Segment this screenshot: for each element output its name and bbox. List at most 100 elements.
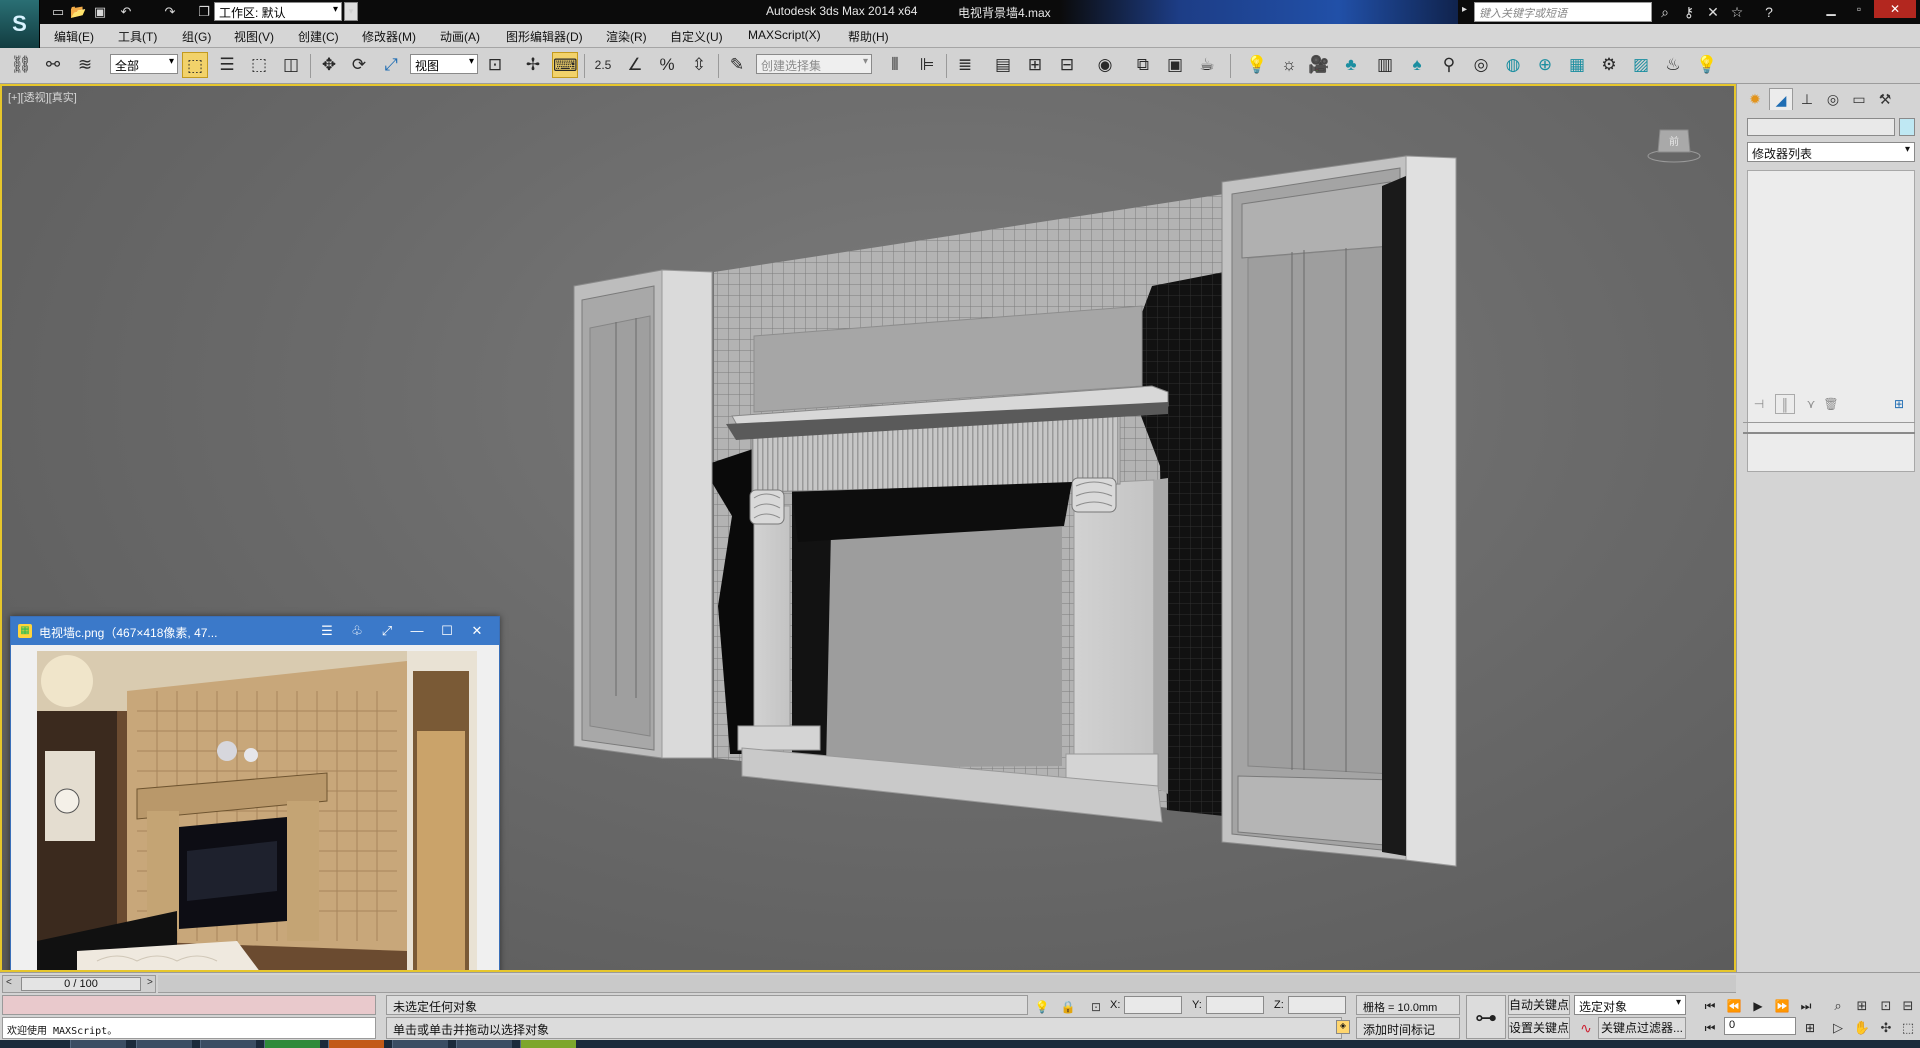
menu-modifiers[interactable]: 修改器(M) [362, 28, 416, 45]
zoom-extents-all-icon[interactable]: ⊟ [1898, 997, 1918, 1015]
communication-center-icon[interactable]: ✕ [1704, 3, 1722, 21]
selection-lock-icon[interactable]: 🔒 [1060, 999, 1076, 1015]
light-lister-icon[interactable]: 💡 [1694, 52, 1720, 78]
material-editor-icon[interactable]: ◉ [1092, 52, 1118, 78]
taskbar-item[interactable] [392, 1040, 448, 1048]
sun-light-icon[interactable]: ☼ [1276, 52, 1302, 78]
rendered-frame-window-icon[interactable]: ▣ [1162, 52, 1188, 78]
unlink-selection-icon[interactable]: ⚯ [40, 52, 66, 78]
auto-key-button[interactable]: 自动关键点 [1508, 995, 1570, 1015]
timeline-track[interactable] [158, 975, 1736, 993]
image-viewer-window[interactable]: ▦ 电视墙c.png（467×418像素, 47... ☰ ♧ ⤢ — ☐ ✕ [10, 616, 500, 970]
maximize-viewport-icon[interactable]: ⬚ [1898, 1019, 1918, 1037]
set-key-button[interactable]: 设置关键点 [1508, 1017, 1570, 1039]
display-tab-icon[interactable]: ▭ [1847, 88, 1871, 110]
redo-icon[interactable]: ↷ [162, 4, 178, 20]
minimize-button[interactable]: ▁ [1818, 0, 1844, 18]
teapot-render-icon[interactable]: ♨ [1660, 52, 1686, 78]
image-viewer-titlebar[interactable]: ▦ 电视墙c.png（467×418像素, 47... ☰ ♧ ⤢ — ☐ ✕ [11, 617, 499, 645]
window-crossing-icon[interactable]: ◫ [278, 52, 304, 78]
angle-snap-icon[interactable]: ∠ [622, 52, 648, 78]
taskbar-item[interactable] [70, 1040, 126, 1048]
play-icon[interactable]: ▶ [1748, 997, 1768, 1015]
time-slider-thumb[interactable]: 0 / 100 [21, 977, 141, 991]
help-icon[interactable]: ? [1760, 3, 1778, 21]
camera-icon[interactable]: 🎥 [1306, 52, 1332, 78]
curve-editor-icon[interactable]: ⊞ [1022, 52, 1048, 78]
pin-stack-icon[interactable]: ⊣ [1749, 394, 1769, 414]
add-time-tag-button[interactable]: 添加时间标记 [1356, 1017, 1460, 1039]
reference-coordinate-dropdown[interactable]: 视图 [410, 54, 478, 74]
taskbar-item[interactable] [264, 1040, 320, 1048]
vray-plant-icon[interactable]: ♠ [1404, 52, 1430, 78]
select-and-rotate-icon[interactable]: ⟳ [346, 52, 372, 78]
vray-proxy-icon[interactable]: ⚲ [1436, 52, 1462, 78]
menu-graph-editors[interactable]: 图形编辑器(D) [506, 28, 583, 45]
time-configuration-icon[interactable]: ⊞ [1800, 1019, 1820, 1037]
minimize-icon[interactable]: — [407, 622, 427, 640]
menu-animation[interactable]: 动画(A) [440, 28, 480, 45]
schematic-view-icon[interactable]: ⊟ [1054, 52, 1080, 78]
object-color-swatch[interactable] [1899, 118, 1915, 136]
menu-maxscript[interactable]: MAXScript(X) [748, 28, 821, 42]
fullscreen-icon[interactable]: ⤢ [377, 622, 397, 640]
time-slider-prev-icon[interactable]: < [6, 977, 12, 988]
previous-frame-icon[interactable]: ⏪ [1724, 997, 1744, 1015]
close-icon[interactable]: ✕ [467, 622, 487, 640]
time-slider-next-icon[interactable]: > [147, 977, 153, 988]
menu-tools[interactable]: 工具(T) [118, 28, 157, 45]
save-file-icon[interactable]: ▣ [92, 4, 108, 20]
key-mode-dropdown[interactable]: 选定对象 [1574, 995, 1686, 1015]
snaps-toggle-icon[interactable]: 2.5 [590, 52, 616, 78]
taskbar-item[interactable] [136, 1040, 192, 1048]
select-and-scale-icon[interactable]: ⤢ [378, 52, 404, 78]
next-frame-icon[interactable]: ⏩ [1772, 997, 1792, 1015]
light-bulb-icon[interactable]: 💡 [1244, 52, 1270, 78]
time-slider[interactable]: < 0 / 100 > [2, 975, 156, 993]
bind-to-space-warp-icon[interactable]: ≋ [72, 52, 98, 78]
menu-create[interactable]: 创建(C) [298, 28, 339, 45]
zoom-all-icon[interactable]: ⊞ [1852, 997, 1872, 1015]
vray-sphere-icon[interactable]: ◎ [1468, 52, 1494, 78]
tree-icon[interactable]: ♣ [1338, 52, 1364, 78]
show-end-result-icon[interactable]: ║ [1775, 394, 1795, 414]
configure-modifier-sets-icon[interactable]: ⊞ [1889, 394, 1909, 414]
app-logo-icon[interactable]: S [0, 0, 40, 48]
open-file-icon[interactable]: 📂 [70, 4, 86, 20]
menu-rendering[interactable]: 渲染(R) [606, 28, 647, 45]
make-unique-icon[interactable]: ⋎ [1801, 394, 1821, 414]
object-name-field[interactable] [1747, 118, 1895, 136]
vray-toolbar-icon[interactable]: ⚙ [1596, 52, 1622, 78]
utilities-tab-icon[interactable]: ⚒ [1873, 88, 1897, 110]
pivot-center-icon[interactable]: ⊡ [482, 52, 508, 78]
hierarchy-tab-icon[interactable]: ⊥ [1795, 88, 1819, 110]
modifier-list-dropdown[interactable]: 修改器列表 [1747, 142, 1915, 162]
menu-customize[interactable]: 自定义(U) [670, 28, 723, 45]
z-coordinate-field[interactable] [1288, 996, 1346, 1014]
select-by-name-icon[interactable]: ☰ [214, 52, 240, 78]
vray-material-icon[interactable]: ◍ [1500, 52, 1526, 78]
binoculars-icon[interactable]: ⌕ [1656, 3, 1674, 21]
zoom-icon[interactable]: ⌕ [1828, 997, 1848, 1015]
key-mode-toggle-icon[interactable]: ⏮ [1700, 1019, 1720, 1037]
x-coordinate-field[interactable] [1124, 996, 1182, 1014]
keyboard-shortcut-override-icon[interactable]: ⌨ [552, 52, 578, 78]
spinner-snap-icon[interactable]: ⇳ [686, 52, 712, 78]
modify-tab-icon[interactable]: ◢ [1769, 88, 1793, 110]
menu-icon[interactable]: ☰ [317, 622, 337, 640]
menu-edit[interactable]: 编辑(E) [54, 28, 94, 45]
absolute-mode-icon[interactable]: ⊡ [1088, 999, 1104, 1015]
taskbar-item[interactable] [520, 1040, 576, 1048]
taskbar-item[interactable] [456, 1040, 512, 1048]
subscription-icon[interactable]: ⚷ [1680, 3, 1698, 21]
zoom-extents-icon[interactable]: ⊡ [1876, 997, 1896, 1015]
time-tag-icon[interactable]: ◈ [1336, 1020, 1350, 1034]
taskbar-item[interactable] [328, 1040, 384, 1048]
menu-group[interactable]: 组(G) [182, 28, 211, 45]
select-and-move-icon[interactable]: ✥ [316, 52, 342, 78]
layer-manager-icon[interactable]: ≣ [952, 52, 978, 78]
pan-view-icon[interactable]: ✋ [1852, 1019, 1872, 1037]
y-coordinate-field[interactable] [1206, 996, 1264, 1014]
motion-tab-icon[interactable]: ◎ [1821, 88, 1845, 110]
render-production-icon[interactable]: ☕ [1194, 52, 1220, 78]
